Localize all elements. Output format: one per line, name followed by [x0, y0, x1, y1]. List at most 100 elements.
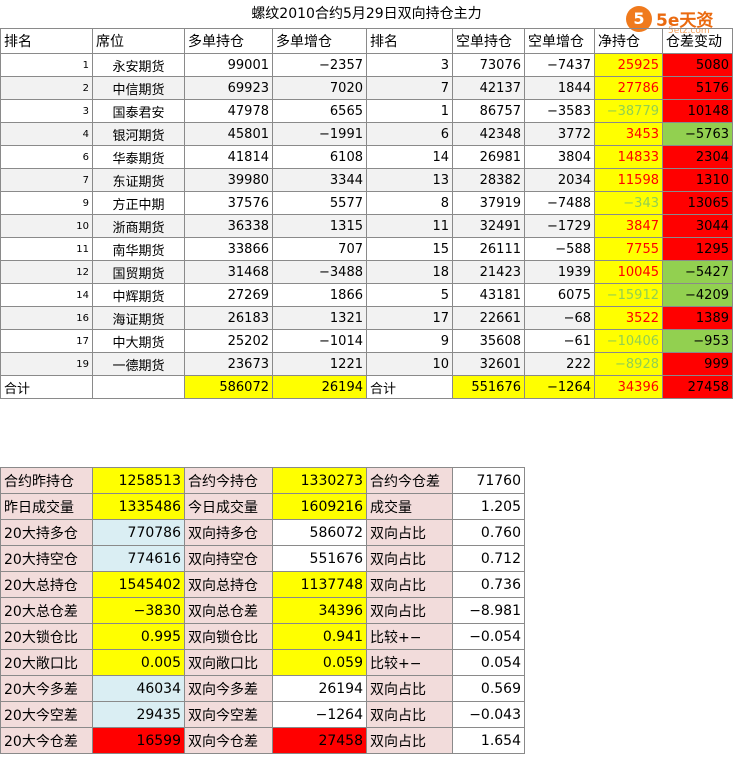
total-diff: 27458: [662, 375, 733, 399]
rank-long-cell: 19: [0, 352, 93, 376]
net-pos-cell: −15912: [594, 283, 663, 307]
rank-long-cell: 3: [0, 99, 93, 123]
long-pos-cell: 25202: [184, 329, 273, 353]
summary-row: 昨日成交量 1335486 今日成交量 1609216 成交量 1.205: [0, 493, 525, 520]
net-pos-cell: 3453: [594, 122, 663, 146]
summary-label: 双向锁仓比: [184, 623, 273, 650]
rank-short-cell: 7: [366, 76, 453, 100]
rank-long-cell: 12: [0, 260, 93, 284]
rank-short-cell: 9: [366, 329, 453, 353]
diff-cell: 5080: [662, 53, 733, 77]
short-chg-cell: 3804: [524, 145, 595, 169]
rank-short-cell: 14: [366, 145, 453, 169]
total-label: 合计: [366, 375, 453, 399]
summary-label: 双向今多差: [184, 675, 273, 702]
long-chg-cell: 1321: [272, 306, 367, 330]
short-chg-cell: −7437: [524, 53, 595, 77]
short-pos-cell: 32491: [452, 214, 525, 238]
empty-cell: [92, 375, 185, 399]
summary-value: 71760: [452, 467, 525, 494]
table-row: 6 华泰期货 41814 6108 14 26981 3804 14833 2304: [0, 145, 733, 169]
summary-value: 1137748: [272, 571, 367, 598]
long-pos-cell: 39980: [184, 168, 273, 192]
total-short-pos: 551676: [452, 375, 525, 399]
summary-value: 16599: [92, 727, 185, 754]
long-chg-cell: 7020: [272, 76, 367, 100]
rank-long-cell: 14: [0, 283, 93, 307]
header-cell: 仓差变动: [662, 28, 733, 54]
summary-label: 20大敞口比: [0, 649, 93, 676]
summary-label: 合约昨持仓: [0, 467, 93, 494]
seat-cell: 东证期货: [92, 168, 185, 192]
summary-value: 1545402: [92, 571, 185, 598]
short-pos-cell: 26111: [452, 237, 525, 261]
seat-cell: 一德期货: [92, 352, 185, 376]
summary-label: 双向持多仓: [184, 519, 273, 546]
long-pos-cell: 69923: [184, 76, 273, 100]
summary-label: 比较+−: [366, 623, 453, 650]
short-chg-cell: −588: [524, 237, 595, 261]
summary-label: 今日成交量: [184, 493, 273, 520]
summary-value: 1.205: [452, 493, 525, 520]
short-pos-cell: 37919: [452, 191, 525, 215]
diff-cell: 3044: [662, 214, 733, 238]
seat-cell: 南华期货: [92, 237, 185, 261]
total-net: 34396: [594, 375, 663, 399]
summary-label: 双向敞口比: [184, 649, 273, 676]
summary-value: −8.981: [452, 597, 525, 624]
diff-cell: 2304: [662, 145, 733, 169]
long-pos-cell: 36338: [184, 214, 273, 238]
summary-value: 1330273: [272, 467, 367, 494]
summary-value: 0.059: [272, 649, 367, 676]
summary-value: 0.760: [452, 519, 525, 546]
summary-label: 双向占比: [366, 571, 453, 598]
summary-value: 1258513: [92, 467, 185, 494]
summary-table: 合约昨持仓 1258513 合约今持仓 1330273 合约今仓差 71760 昨日成交量 1…: [0, 467, 525, 754]
summary-value: 0.569: [452, 675, 525, 702]
net-pos-cell: 11598: [594, 168, 663, 192]
table-row: 19 一德期货 23673 1221 10 32601 222 −8928 999: [0, 352, 733, 376]
summary-value: 774616: [92, 545, 185, 572]
seat-cell: 永安期货: [92, 53, 185, 77]
diff-cell: 999: [662, 352, 733, 376]
net-pos-cell: −8928: [594, 352, 663, 376]
short-chg-cell: 1939: [524, 260, 595, 284]
long-pos-cell: 23673: [184, 352, 273, 376]
long-pos-cell: 99001: [184, 53, 273, 77]
rank-long-cell: 2: [0, 76, 93, 100]
short-pos-cell: 35608: [452, 329, 525, 353]
summary-label: 双向占比: [366, 545, 453, 572]
summary-label: 20大今空差: [0, 701, 93, 728]
summary-label: 昨日成交量: [0, 493, 93, 520]
diff-cell: −4209: [662, 283, 733, 307]
table-row: 11 南华期货 33866 707 15 26111 −588 7755 1295: [0, 237, 733, 261]
summary-label: 20大总持仓: [0, 571, 93, 598]
rank-short-cell: 13: [366, 168, 453, 192]
rank-long-cell: 16: [0, 306, 93, 330]
summary-value: 1.654: [452, 727, 525, 754]
rank-short-cell: 1: [366, 99, 453, 123]
header-cell: 多单增仓: [272, 28, 367, 54]
total-row: 合计 586072 26194 合计 551676 −1264 34396 27458: [0, 375, 733, 399]
summary-value: 0.054: [452, 649, 525, 676]
long-pos-cell: 26183: [184, 306, 273, 330]
rank-long-cell: 10: [0, 214, 93, 238]
short-chg-cell: 3772: [524, 122, 595, 146]
summary-row: 20大今仓差 16599 双向今仓差 27458 双向占比 1.654: [0, 727, 525, 754]
table-row: 7 东证期货 39980 3344 13 28382 2034 11598 1310: [0, 168, 733, 192]
long-chg-cell: 6108: [272, 145, 367, 169]
short-chg-cell: 2034: [524, 168, 595, 192]
header-row: 排名 席位 多单持仓 多单增仓 排名 空单持仓 空单增仓 净持仓 仓差变动: [0, 28, 733, 54]
summary-value: −0.043: [452, 701, 525, 728]
diff-cell: 1295: [662, 237, 733, 261]
net-pos-cell: −38779: [594, 99, 663, 123]
seat-cell: 银河期货: [92, 122, 185, 146]
short-pos-cell: 28382: [452, 168, 525, 192]
summary-value: 27458: [272, 727, 367, 754]
table-row: 12 国贸期货 31468 −3488 18 21423 1939 10045 −5427: [0, 260, 733, 284]
summary-label: 20大持空仓: [0, 545, 93, 572]
table-row: 10 浙商期货 36338 1315 11 32491 −1729 3847 3044: [0, 214, 733, 238]
table-row: 4 银河期货 45801 −1991 6 42348 3772 3453 −5763: [0, 122, 733, 146]
seat-cell: 海证期货: [92, 306, 185, 330]
rank-short-cell: 11: [366, 214, 453, 238]
